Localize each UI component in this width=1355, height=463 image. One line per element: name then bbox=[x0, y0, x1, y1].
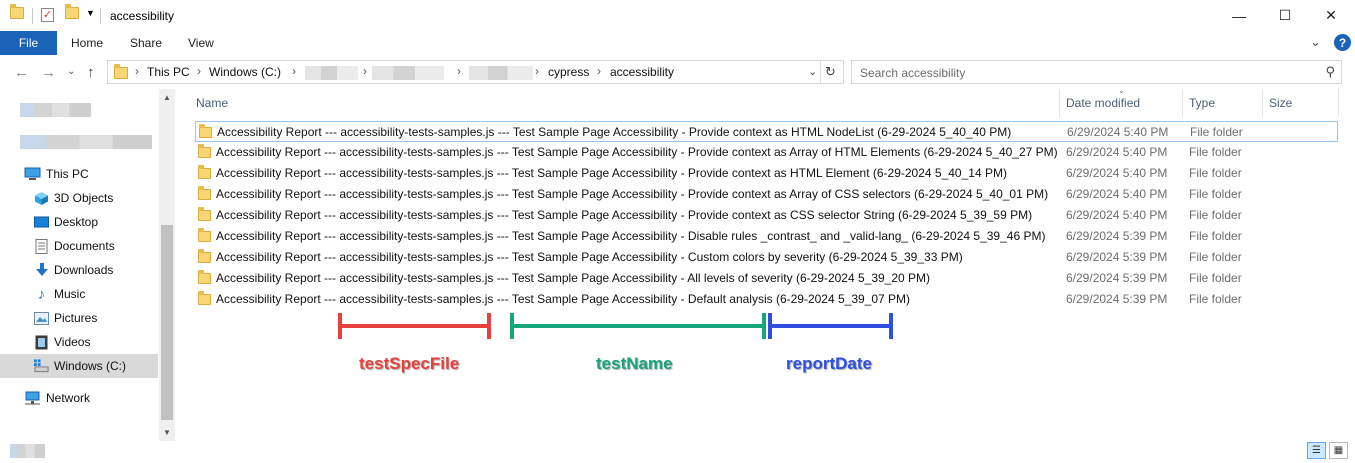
annotation-bracket-testspecfile bbox=[338, 313, 491, 339]
redacted-item-count bbox=[10, 444, 45, 458]
annotation-label-testspecfile: testSpecFile bbox=[359, 354, 460, 373]
annotation-label-reportdate: reportDate bbox=[786, 354, 872, 373]
annotation-label-testname: testName bbox=[596, 354, 673, 373]
status-bar: ☰ ▦ bbox=[0, 441, 1355, 463]
details-view-button[interactable]: ☰ bbox=[1307, 442, 1326, 459]
annotation-bracket-reportdate bbox=[768, 313, 893, 339]
large-icons-view-button[interactable]: ▦ bbox=[1329, 442, 1348, 459]
annotation-overlay bbox=[338, 313, 893, 339]
annotation-bracket-testname bbox=[510, 313, 766, 339]
